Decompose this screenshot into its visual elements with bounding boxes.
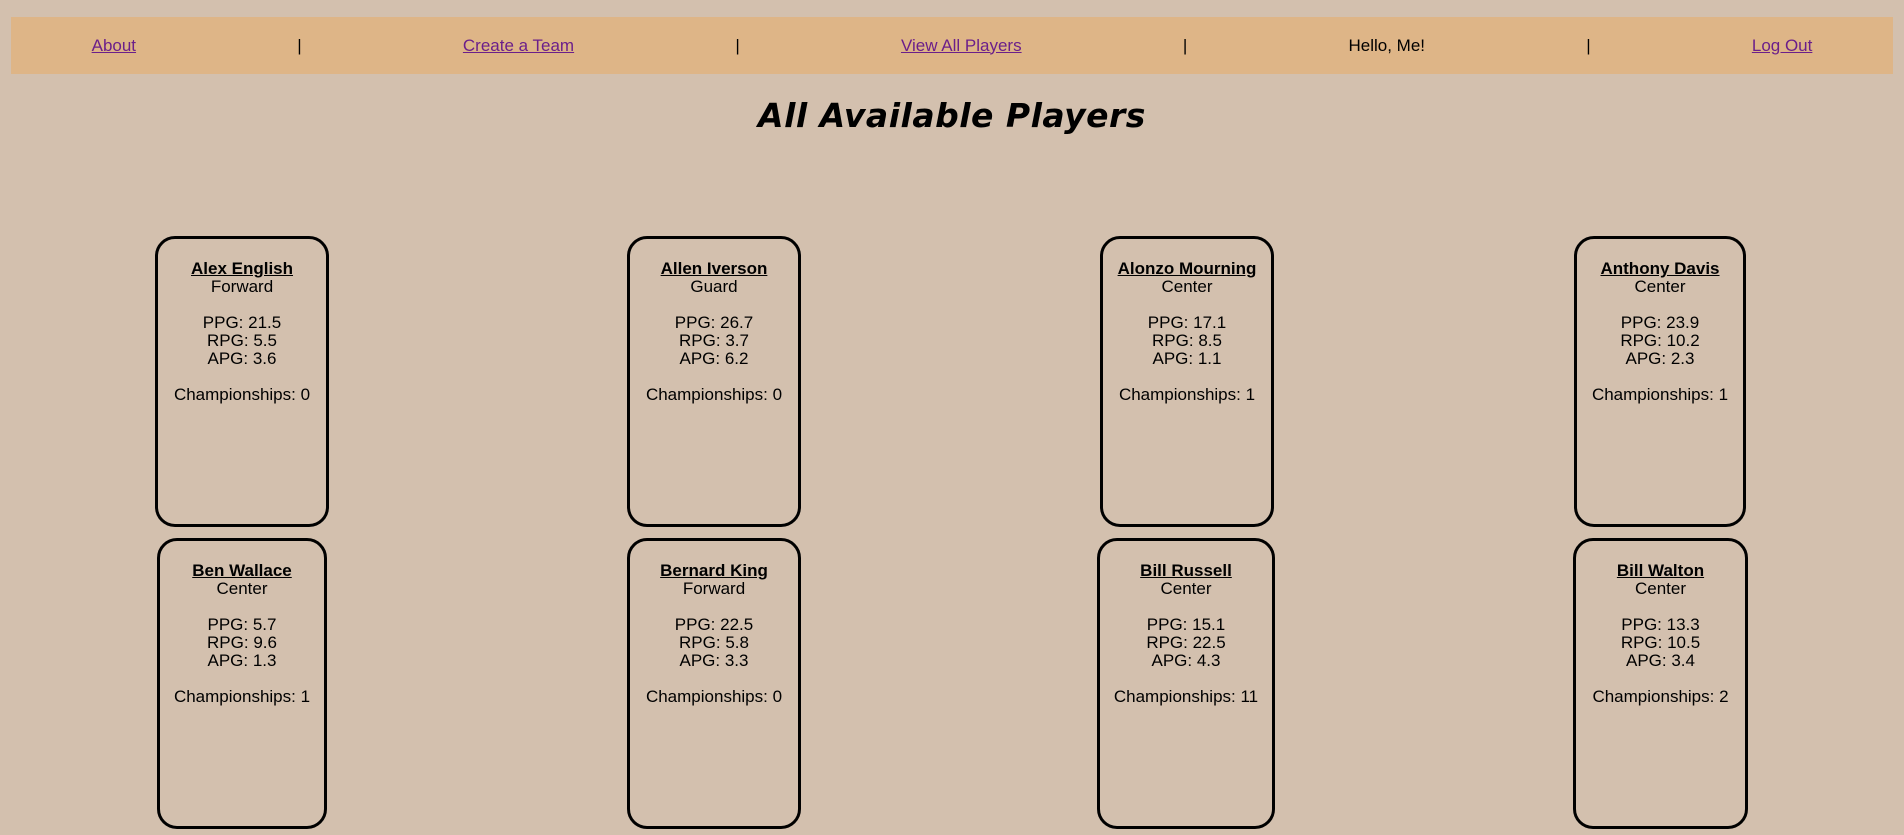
- player-stats: PPG: 26.7 RPG: 3.7 APG: 6.2: [630, 314, 798, 368]
- player-name[interactable]: Allen Iverson: [630, 260, 798, 278]
- player-position: Forward: [682, 579, 746, 598]
- player-name[interactable]: Ben Wallace: [160, 562, 324, 580]
- player-championships: Championships: 2: [1592, 687, 1729, 706]
- player-position: Center: [216, 579, 268, 598]
- player-name[interactable]: Anthony Davis: [1577, 260, 1743, 278]
- player-card[interactable]: Bill Walton Center PPG: 13.3 RPG: 10.5 A…: [1573, 538, 1748, 829]
- player-stats: PPG: 22.5 RPG: 5.8 APG: 3.3: [630, 616, 798, 670]
- player-card[interactable]: Alex English Forward PPG: 21.5 RPG: 5.5 …: [155, 236, 329, 527]
- top-navbar: About | Create a Team | View All Players…: [11, 17, 1893, 74]
- player-ppg: PPG: 23.9: [1620, 313, 1700, 332]
- player-card[interactable]: Allen Iverson Guard PPG: 26.7 RPG: 3.7 A…: [627, 236, 801, 527]
- page-title: All Available Players: [758, 96, 1146, 135]
- player-position: Center: [1634, 579, 1687, 598]
- player-rpg: RPG: 5.8: [679, 633, 749, 652]
- nav-separator: |: [297, 35, 302, 55]
- player-stats: PPG: 21.5 RPG: 5.5 APG: 3.6: [158, 314, 326, 368]
- player-rpg: RPG: 3.7: [679, 331, 749, 350]
- player-rpg: RPG: 10.2: [1620, 331, 1700, 350]
- player-position: Center: [1634, 277, 1686, 296]
- player-championships: Championships: 1: [1591, 385, 1729, 404]
- nav-logout-link[interactable]: Log Out: [1752, 36, 1813, 56]
- nav-separator: |: [1586, 35, 1591, 55]
- player-card[interactable]: Alonzo Mourning Center PPG: 17.1 RPG: 8.…: [1100, 236, 1274, 527]
- player-championships: Championships: 1: [173, 687, 311, 706]
- player-name[interactable]: Bill Russell: [1100, 562, 1272, 580]
- player-position: Center: [1161, 277, 1213, 296]
- player-card[interactable]: Ben Wallace Center PPG: 5.7 RPG: 9.6 APG…: [157, 538, 327, 829]
- player-card[interactable]: Bernard King Forward PPG: 22.5 RPG: 5.8 …: [627, 538, 801, 829]
- player-championships: Championships: 0: [173, 385, 311, 404]
- player-ppg: PPG: 17.1: [1147, 313, 1227, 332]
- nav-about-link[interactable]: About: [92, 36, 136, 56]
- player-position: Center: [1160, 579, 1212, 598]
- player-rpg: RPG: 5.5: [207, 331, 277, 350]
- player-position: Forward: [210, 277, 274, 296]
- nav-separator: |: [735, 35, 740, 55]
- player-ppg: PPG: 5.7: [207, 615, 277, 634]
- player-championships: Championships: 0: [645, 385, 783, 404]
- player-stats: PPG: 15.1 RPG: 22.5 APG: 4.3: [1100, 616, 1272, 670]
- player-rpg: RPG: 9.6: [207, 633, 277, 652]
- player-ppg: PPG: 22.5: [674, 615, 754, 634]
- player-rpg: RPG: 10.5: [1620, 633, 1701, 652]
- player-apg: APG: 6.2: [679, 349, 749, 368]
- player-stats: PPG: 17.1 RPG: 8.5 APG: 1.1: [1103, 314, 1271, 368]
- player-stats: PPG: 13.3 RPG: 10.5 APG: 3.4: [1576, 616, 1745, 670]
- player-championships: Championships: 11: [1113, 687, 1259, 706]
- player-name[interactable]: Bill Walton: [1576, 562, 1745, 580]
- nav-view-players-link[interactable]: View All Players: [901, 36, 1022, 56]
- player-name[interactable]: Alonzo Mourning: [1103, 260, 1271, 278]
- player-apg: APG: 1.1: [1152, 349, 1222, 368]
- player-ppg: PPG: 15.1: [1146, 615, 1226, 634]
- player-championships: Championships: 1: [1118, 385, 1256, 404]
- player-card[interactable]: Bill Russell Center PPG: 15.1 RPG: 22.5 …: [1097, 538, 1275, 829]
- player-name[interactable]: Bernard King: [630, 562, 798, 580]
- player-championships: Championships: 0: [645, 687, 783, 706]
- player-position: Guard: [690, 277, 738, 296]
- user-greeting: Hello, Me!: [1348, 35, 1425, 55]
- player-apg: APG: 2.3: [1625, 349, 1695, 368]
- player-apg: APG: 3.4: [1626, 651, 1695, 670]
- nav-create-team-link[interactable]: Create a Team: [463, 36, 574, 56]
- player-card[interactable]: Anthony Davis Center PPG: 23.9 RPG: 10.2…: [1574, 236, 1746, 527]
- player-apg: APG: 4.3: [1151, 651, 1221, 670]
- player-name[interactable]: Alex English: [158, 260, 326, 278]
- player-stats: PPG: 5.7 RPG: 9.6 APG: 1.3: [160, 616, 324, 670]
- player-apg: APG: 3.6: [207, 349, 277, 368]
- player-ppg: PPG: 21.5: [202, 313, 282, 332]
- player-rpg: RPG: 22.5: [1146, 633, 1226, 652]
- player-apg: APG: 3.3: [679, 651, 749, 670]
- player-ppg: PPG: 26.7: [674, 313, 754, 332]
- player-apg: APG: 1.3: [207, 651, 277, 670]
- player-ppg: PPG: 13.3: [1621, 615, 1700, 634]
- nav-separator: |: [1182, 35, 1188, 55]
- player-stats: PPG: 23.9 RPG: 10.2 APG: 2.3: [1577, 314, 1743, 368]
- player-rpg: RPG: 8.5: [1152, 331, 1222, 350]
